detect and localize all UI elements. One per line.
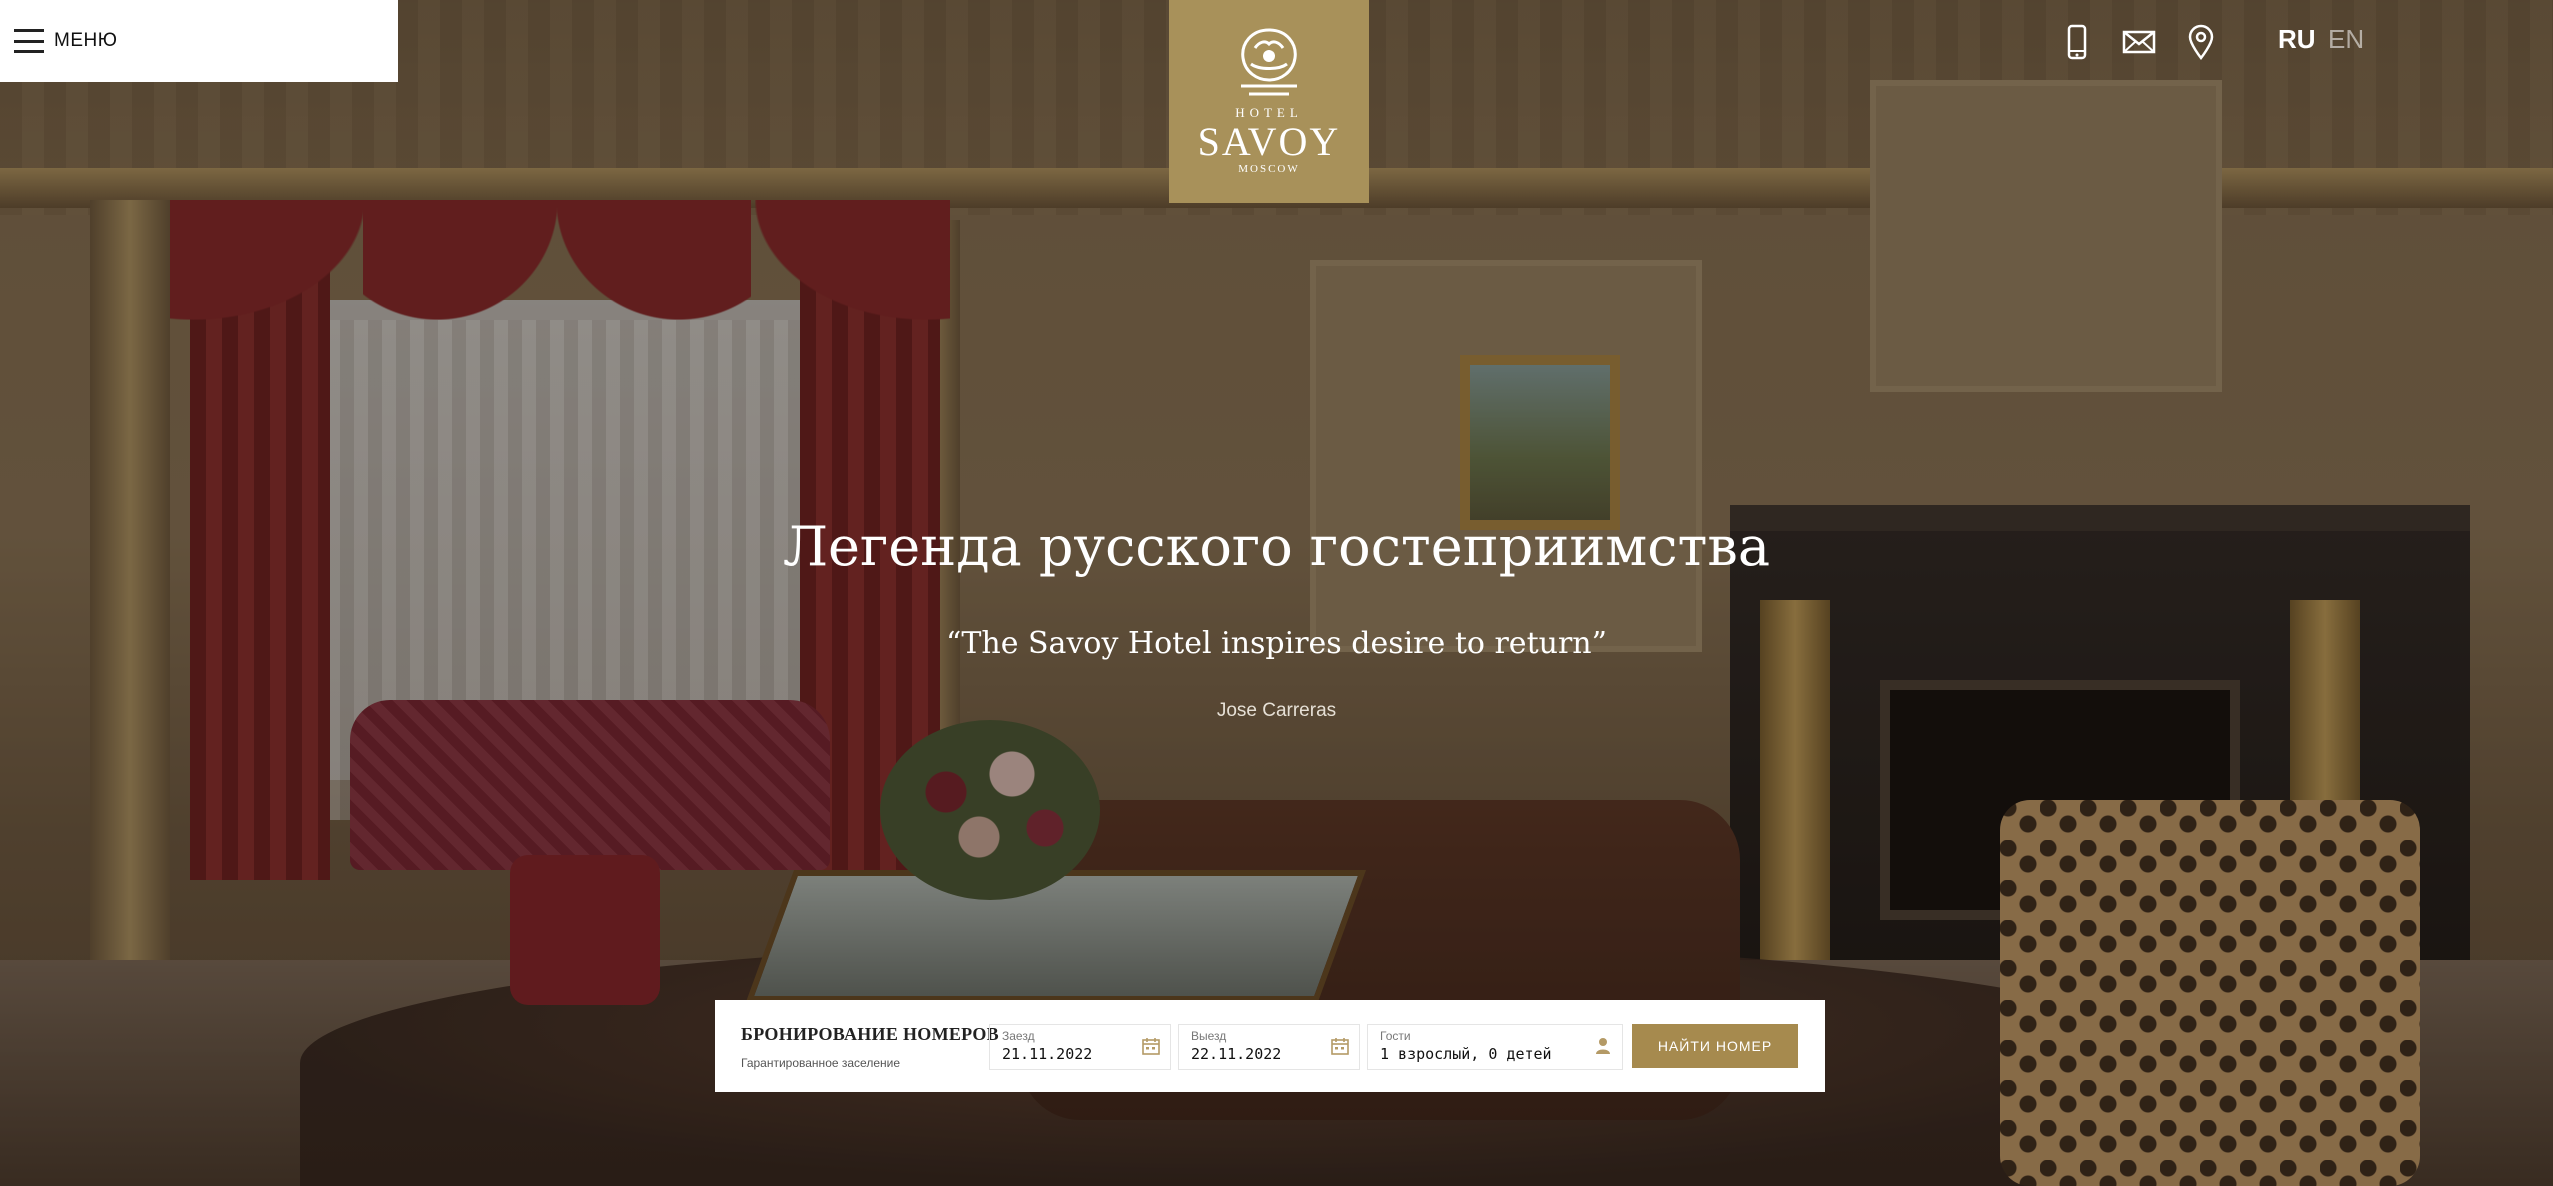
calendar-icon: [1331, 1038, 1349, 1055]
header-contact-icons: [2060, 22, 2218, 62]
menu-label[interactable]: МЕНЮ: [54, 30, 117, 52]
guests-field[interactable]: Гости 1 взрослый, 0 детей: [1367, 1024, 1623, 1070]
logo-name: SAVOY: [1197, 119, 1341, 164]
hero-quote: “The Savoy Hotel inspires desire to retu…: [946, 626, 1607, 661]
phone-icon[interactable]: [2060, 22, 2094, 62]
booking-subtitle: Гарантированное заселение: [741, 1056, 900, 1070]
hero-title: Легенда русского гостеприимства: [782, 515, 1771, 578]
guests-label: Гости: [1380, 1029, 1411, 1043]
mail-icon[interactable]: [2122, 22, 2156, 62]
hamburger-icon[interactable]: [14, 29, 44, 53]
checkin-value: 21.11.2022: [1002, 1045, 1093, 1063]
hero-quote-author: Jose Carreras: [1216, 700, 1337, 721]
calendar-icon: [1142, 1038, 1160, 1055]
checkin-field[interactable]: Заезд 21.11.2022: [989, 1024, 1171, 1070]
hotel-logo[interactable]: HOTEL SAVOY MOSCOW: [1169, 0, 1369, 203]
menu-button[interactable]: МЕНЮ: [0, 0, 398, 82]
logo-city: MOSCOW: [1238, 163, 1300, 175]
location-icon[interactable]: [2184, 22, 2218, 62]
checkout-label: Выезд: [1191, 1029, 1227, 1043]
booking-bar: БРОНИРОВАНИЕ НОМЕРОВ Гарантированное зас…: [715, 1000, 1825, 1092]
crest-icon: [1241, 28, 1297, 96]
lang-en[interactable]: EN: [2328, 24, 2364, 55]
checkout-field[interactable]: Выезд 22.11.2022: [1178, 1024, 1360, 1070]
person-icon: [1596, 1038, 1610, 1054]
lang-ru[interactable]: RU: [2278, 24, 2316, 55]
guests-value: 1 взрослый, 0 детей: [1380, 1045, 1552, 1063]
checkout-value: 22.11.2022: [1191, 1045, 1282, 1063]
find-room-button[interactable]: НАЙТИ НОМЕР: [1632, 1024, 1798, 1068]
booking-title: БРОНИРОВАНИЕ НОМЕРОВ: [741, 1024, 999, 1044]
checkin-label: Заезд: [1002, 1029, 1035, 1043]
